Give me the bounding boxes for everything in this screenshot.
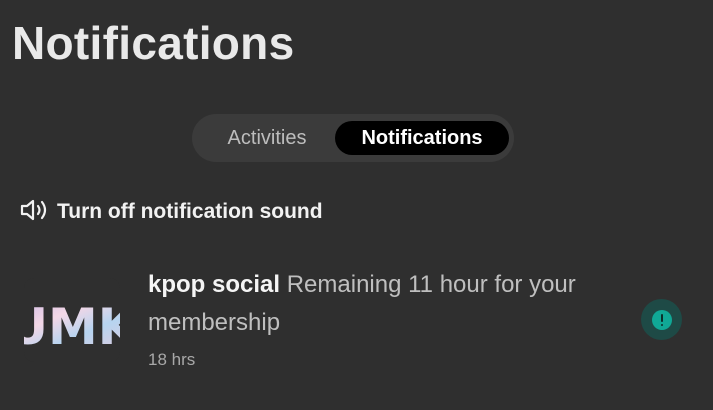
notification-item[interactable]: UMK kpop social Remaining 11 hour for yo… bbox=[0, 258, 713, 388]
notification-sound-label: Turn off notification sound bbox=[57, 200, 323, 223]
notification-sound-toggle[interactable]: Turn off notification sound bbox=[20, 198, 323, 226]
speaker-icon bbox=[20, 197, 57, 228]
notification-time: 18 hrs bbox=[148, 350, 196, 369]
alert-icon[interactable] bbox=[641, 299, 682, 340]
notification-sender: kpop social bbox=[148, 271, 281, 298]
page-title: Notifications bbox=[12, 17, 295, 69]
avatar-logo-text: UMK bbox=[24, 298, 120, 356]
tab-notifications[interactable]: Notifications bbox=[335, 121, 509, 155]
tab-activities[interactable]: Activities bbox=[202, 121, 332, 155]
tab-switcher: Activities Notifications bbox=[192, 114, 514, 162]
notification-text: kpop social Remaining 11 hour for your m… bbox=[148, 266, 618, 342]
avatar: UMK bbox=[24, 278, 120, 362]
notifications-page: Notifications Activities Notifications T… bbox=[0, 0, 713, 410]
